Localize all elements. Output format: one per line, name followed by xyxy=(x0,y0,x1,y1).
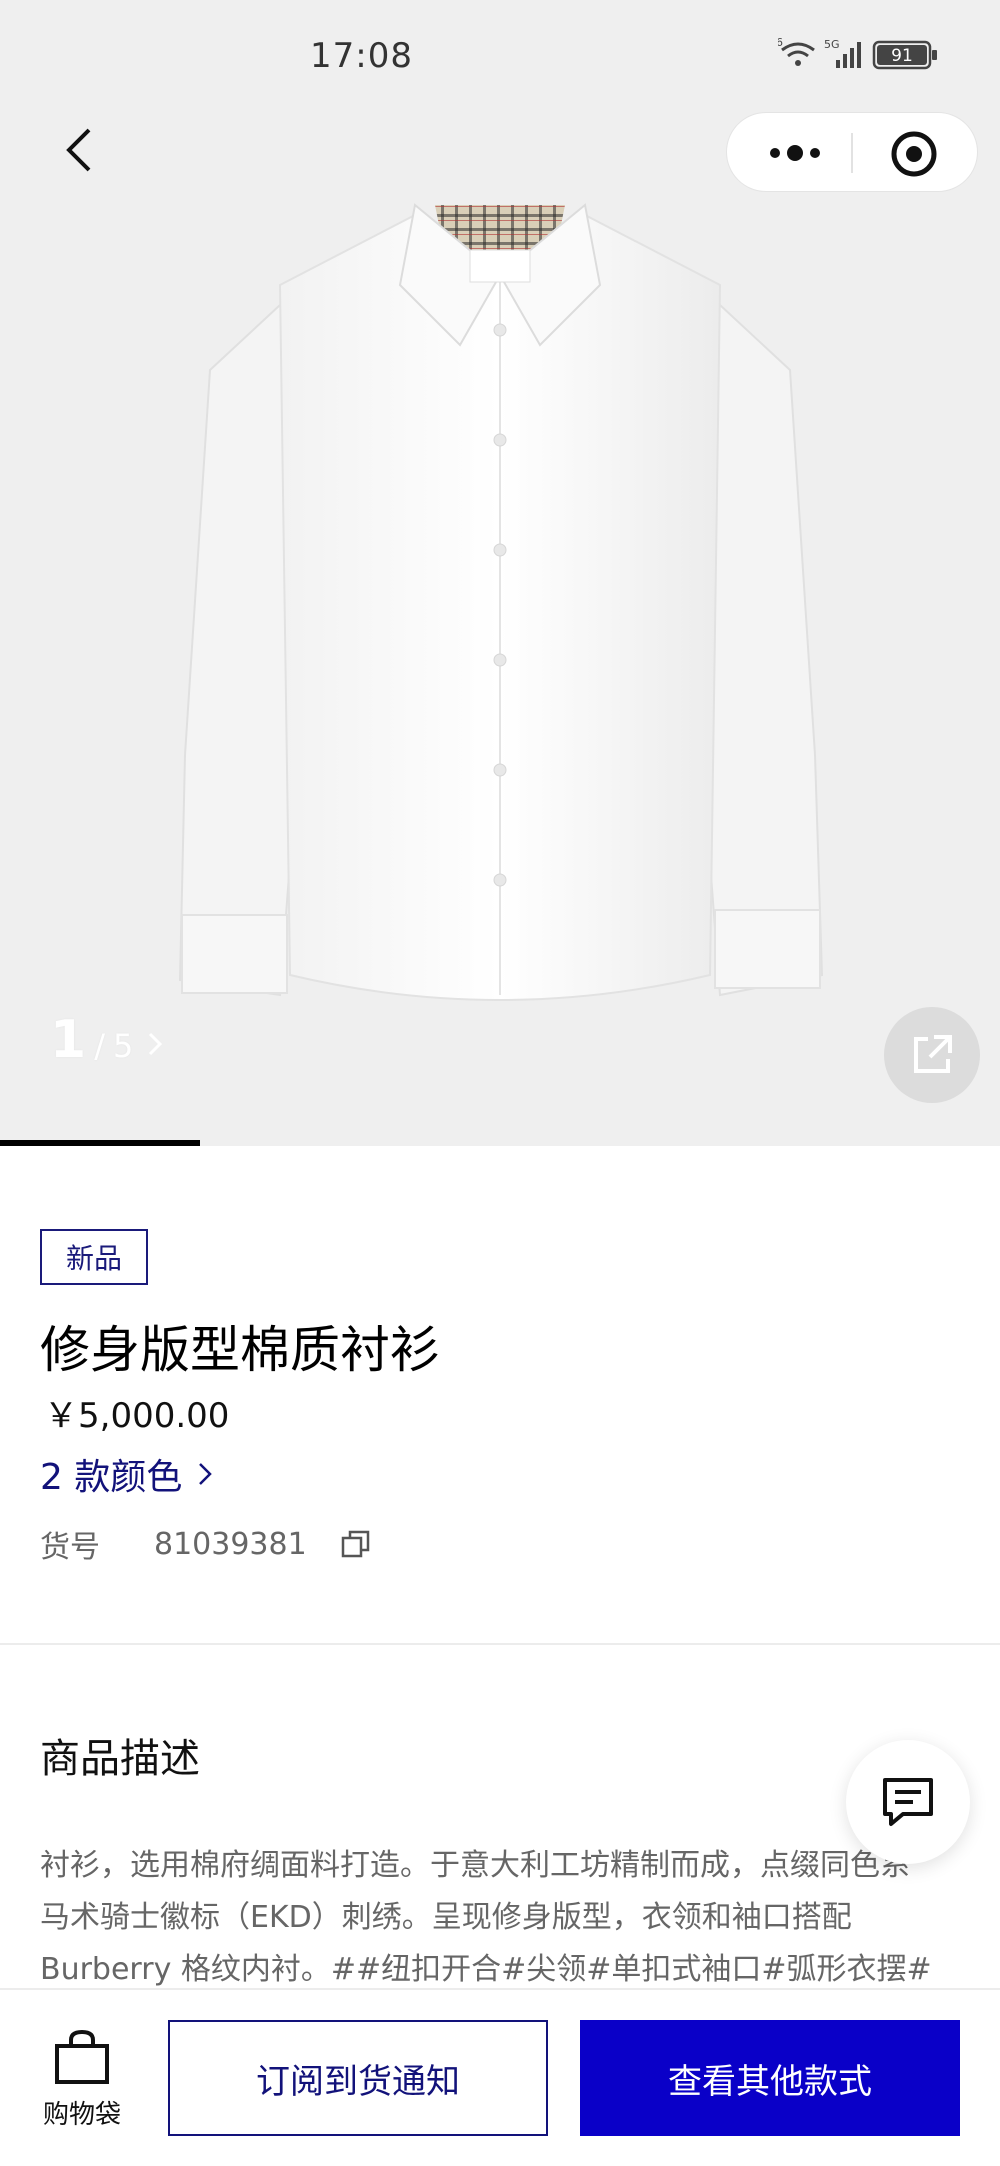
svg-text:5G: 5G xyxy=(824,38,840,51)
product-image[interactable] xyxy=(170,195,830,1035)
chevron-right-icon xyxy=(199,1463,213,1485)
svg-text:91: 91 xyxy=(891,46,913,66)
svg-text:6: 6 xyxy=(778,36,783,49)
target-icon xyxy=(891,131,937,177)
status-icons: 6 5G 91 xyxy=(778,36,937,70)
sku-number: 81039381 xyxy=(154,1526,307,1562)
sku-label: 货号 xyxy=(40,1530,100,1565)
status-time: 17:08 xyxy=(310,36,413,76)
signal-icon: 5G xyxy=(824,38,861,68)
color-options-label: 2 款颜色 xyxy=(40,1457,183,1498)
color-options-link[interactable]: 2 款颜色 xyxy=(40,1448,213,1500)
gallery-progress-fill xyxy=(0,1140,200,1146)
chevron-left-icon xyxy=(66,128,91,172)
shopping-bag-icon xyxy=(55,2029,109,2084)
counter-separator: / xyxy=(94,1027,105,1065)
sku-row: 货号 81039381 xyxy=(40,1522,371,1566)
total-image-count: 5 xyxy=(112,1027,134,1065)
product-title: 修身版型棉质衬衫 xyxy=(40,1321,440,1379)
mini-program-capsule xyxy=(726,112,978,192)
battery-icon: 91 xyxy=(872,40,937,70)
share-icon xyxy=(914,1035,952,1073)
section-divider xyxy=(0,1643,1000,1645)
share-button[interactable] xyxy=(884,1007,980,1103)
customer-service-button[interactable] xyxy=(846,1740,970,1864)
current-image-number: 1 xyxy=(50,1010,87,1070)
description-text: 衬衫，选用棉府绸面料打造。于意大利工坊精制而成，点缀同色系 马术骑士徽标（EKD… xyxy=(40,1848,932,1987)
description-heading: 商品描述 xyxy=(40,1736,200,1782)
capsule-divider xyxy=(851,133,853,173)
bottom-action-bar: 购物袋 订阅到货通知 查看其他款式 xyxy=(0,1988,1000,2166)
stock-notify-button[interactable]: 订阅到货通知 xyxy=(168,2020,548,2136)
shopping-bag-button[interactable]: 购物袋 xyxy=(32,2029,132,2131)
new-badge: 新品 xyxy=(40,1229,148,1285)
image-counter[interactable]: 1 / 5 xyxy=(50,1010,163,1070)
product-price: ￥5,000.00 xyxy=(44,1396,230,1436)
more-button[interactable] xyxy=(763,131,827,175)
more-dots-icon xyxy=(770,145,820,161)
shopping-bag-label: 购物袋 xyxy=(42,2100,121,2130)
wifi-icon: 6 xyxy=(778,36,815,66)
chevron-right-icon xyxy=(149,1032,163,1056)
close-mini-program-button[interactable] xyxy=(889,129,939,179)
view-other-styles-button[interactable]: 查看其他款式 xyxy=(580,2020,960,2136)
status-bar: 17:08 6 5G 91 xyxy=(0,0,1000,110)
chat-icon xyxy=(883,1778,933,1826)
gallery-progress-track xyxy=(0,1140,1000,1146)
copy-icon[interactable] xyxy=(341,1529,371,1559)
back-button[interactable] xyxy=(48,120,108,180)
